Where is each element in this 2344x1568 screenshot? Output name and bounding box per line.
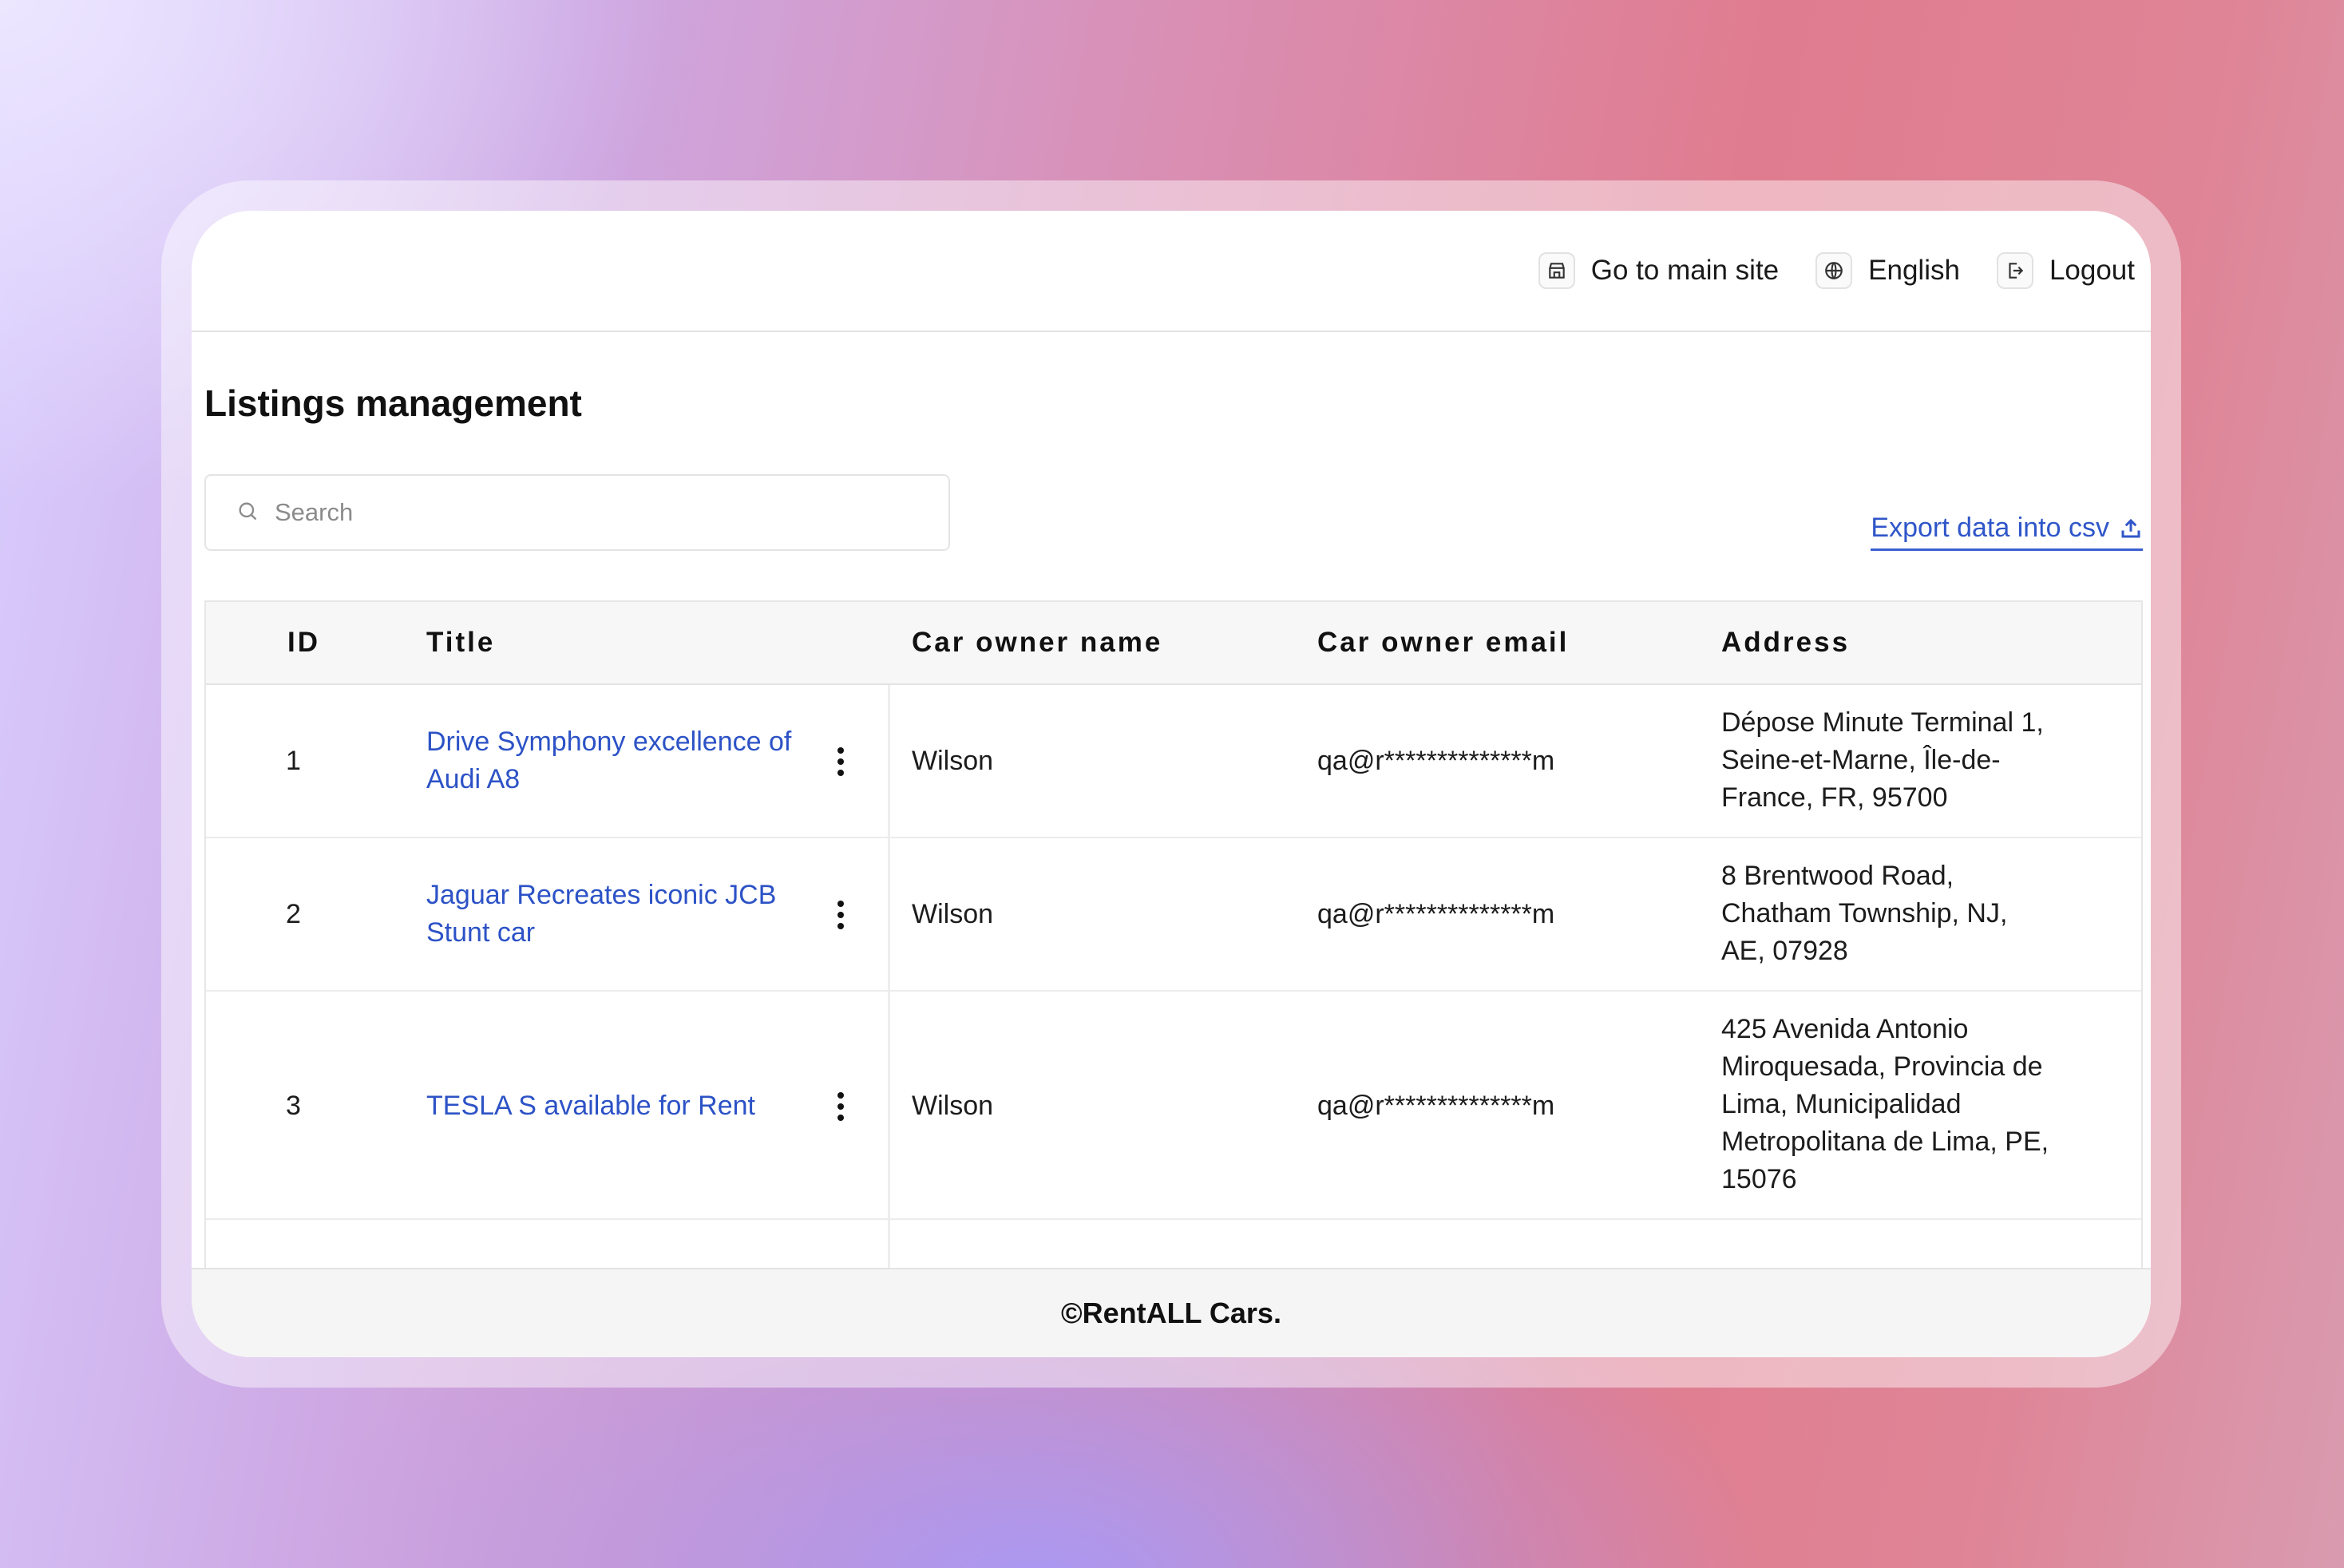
listing-title-link[interactable]: Jaguar Recreates iconic JCB Stunt car [426,877,826,952]
storefront-icon [1538,252,1575,289]
listing-title-line: Stunt car [426,917,536,948]
column-header-title[interactable]: Title [426,627,495,659]
go-to-main-site-link[interactable]: Go to main site [1538,252,1779,289]
search-box[interactable] [204,474,950,551]
upload-icon [2121,518,2140,537]
owner-name: Wilson [912,899,994,929]
owner-email: qa@r**************m [1317,1091,1555,1121]
listing-title-line: Audi A8 [426,764,521,794]
search-icon [236,500,259,526]
address-line: 15076 [1721,1164,1797,1194]
go-to-main-site-label: Go to main site [1590,255,1780,286]
row-actions-menu-icon[interactable] [829,891,853,939]
logout-icon [1996,252,2033,289]
address-line: Metropolitana de Lima, PE, [1721,1127,2049,1157]
address-line: France, FR, 95700 [1721,782,1948,813]
search-input[interactable] [275,498,929,527]
row-actions-menu-icon[interactable] [829,1083,853,1130]
address: 425 Avenida Antonio Miroquesada, Provinc… [1721,1011,2049,1198]
address-line: Seine-et-Marne, Île-de- [1721,745,2001,775]
column-header-owner-name[interactable]: Car owner name [912,627,1162,659]
address-line: Dépose Minute Terminal 1, [1721,707,2044,738]
row-id: 3 [286,1091,301,1121]
owner-name: Wilson [912,746,994,776]
address: 8 Brentwood Road, Chatham Township, NJ, … [1721,857,2007,970]
logout-label: Logout [2049,255,2135,286]
footer-copyright: ©RentALL Cars. [1061,1297,1281,1329]
listings-table: ID Title Car owner name Car owner email … [204,600,2143,1287]
listing-title-line: TESLA S available for Rent [426,1091,756,1121]
listing-title-line: Jaguar Recreates iconic JCB [426,880,777,910]
top-navigation: Go to main site English Logout [192,211,2151,332]
table-row: 1 Drive Symphony excellence of Audi A8 W… [206,685,2141,838]
address: Dépose Minute Terminal 1, Seine-et-Marne… [1721,704,2044,817]
language-selector[interactable]: English [1815,252,1960,289]
address-line: Miroquesada, Provincia de [1721,1051,2043,1082]
export-csv-link[interactable]: Export data into csv [1871,513,2143,551]
admin-app: Go to main site English Logout Listings … [192,211,2151,1357]
table-row: 3 TESLA S available for Rent Wilson qa@r… [206,992,2141,1220]
owner-email: qa@r**************m [1317,746,1555,776]
address-line: 8 Brentwood Road, [1721,861,1954,891]
owner-name: Wilson [912,1091,994,1121]
row-actions-menu-icon[interactable] [829,738,853,786]
globe-icon [1815,252,1853,289]
table-header: ID Title Car owner name Car owner email … [206,602,2141,685]
table-row: 2 Jaguar Recreates iconic JCB Stunt car … [206,838,2141,992]
row-id: 2 [286,899,301,929]
listing-title-link[interactable]: Drive Symphony excellence of Audi A8 [426,723,826,798]
logout-button[interactable]: Logout [1996,252,2135,289]
column-header-id[interactable]: ID [287,627,320,659]
address-line: Lima, Municipalidad [1721,1089,1962,1119]
owner-email: qa@r**************m [1317,899,1555,929]
listing-title-link[interactable]: TESLA S available for Rent [426,1087,826,1125]
address-line: 425 Avenida Antonio [1721,1014,1969,1044]
column-header-owner-email[interactable]: Car owner email [1317,627,1569,659]
export-csv-label: Export data into csv [1871,513,2109,543]
page-title: Listings management [204,382,582,424]
address-line: AE, 07928 [1721,936,1848,966]
row-id: 1 [286,746,301,776]
language-label: English [1868,255,1960,286]
address-line: Chatham Township, NJ, [1721,898,2008,929]
footer: ©RentALL Cars. [192,1268,2151,1357]
column-header-address[interactable]: Address [1721,627,1850,659]
listing-title-line: Drive Symphony excellence of [426,727,792,757]
